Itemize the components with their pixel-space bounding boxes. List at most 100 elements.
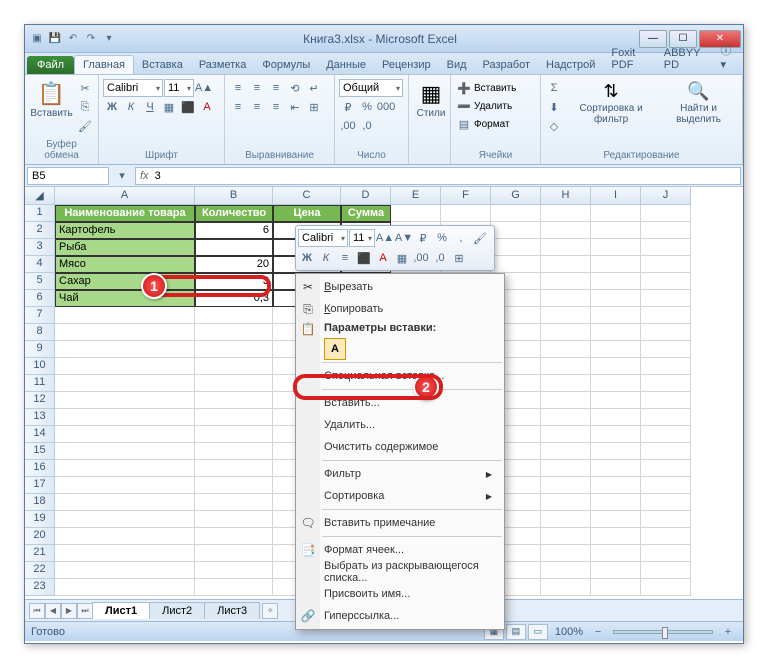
sheet-nav-prev-icon[interactable]: ◀ (45, 603, 61, 619)
table-cell[interactable]: 6 (195, 222, 273, 239)
row-header[interactable]: 6 (25, 290, 55, 307)
view-layout-icon[interactable]: ▤ (506, 624, 526, 640)
table-cell[interactable]: Чай (55, 290, 195, 307)
cells-format-button[interactable]: ▤Формат (455, 115, 510, 133)
ctx-pick-dropdown[interactable]: Выбрать из раскрывающегося списка... (296, 561, 504, 583)
tab-home[interactable]: Главная (74, 55, 134, 74)
view-pagebreak-icon[interactable]: ▭ (528, 624, 548, 640)
table-header[interactable]: Сумма (341, 205, 391, 222)
tab-developer[interactable]: Разработ (475, 56, 538, 74)
ctx-filter[interactable]: Фильтр▶ (296, 463, 504, 485)
zoom-level[interactable]: 100% (555, 626, 583, 638)
table-header[interactable]: Цена (273, 205, 341, 222)
namebox-dropdown-icon[interactable]: ▾ (113, 167, 131, 185)
row-header[interactable]: 9 (25, 341, 55, 358)
row-header[interactable]: 19 (25, 511, 55, 528)
indent-dec-icon[interactable]: ⇤ (286, 98, 304, 116)
row-header[interactable]: 10 (25, 358, 55, 375)
mini-align-icon[interactable]: ≡ (336, 249, 354, 267)
align-center-icon[interactable]: ≡ (248, 98, 266, 116)
formula-bar[interactable]: fx3 (135, 167, 741, 185)
row-header[interactable]: 5 (25, 273, 55, 290)
col-header[interactable]: G (491, 187, 541, 205)
italic-icon[interactable]: К (122, 98, 140, 116)
orientation-icon[interactable]: ⟲ (286, 79, 304, 97)
row-header[interactable]: 7 (25, 307, 55, 324)
ctx-copy[interactable]: ⎘Копировать (296, 298, 504, 320)
mini-fill-icon[interactable]: ⬛ (355, 249, 373, 267)
table-cell[interactable]: Мясо (55, 256, 195, 273)
align-left-icon[interactable]: ≡ (229, 98, 247, 116)
mini-size-combo[interactable]: 11 (349, 229, 375, 247)
paste-button[interactable]: 📋 Вставить (29, 79, 74, 121)
col-header[interactable]: C (273, 187, 341, 205)
font-color-icon[interactable]: A (198, 98, 216, 116)
row-header[interactable]: 13 (25, 409, 55, 426)
row-header[interactable]: 1 (25, 205, 55, 222)
row-header[interactable]: 15 (25, 443, 55, 460)
redo-icon[interactable]: ↷ (83, 31, 99, 47)
qat-dropdown-icon[interactable]: ▾ (101, 31, 117, 47)
cells-delete-button[interactable]: ➖Удалить (455, 97, 512, 115)
mini-italic-icon[interactable]: К (317, 249, 335, 267)
autosum-icon[interactable]: Σ (545, 79, 563, 97)
styles-button[interactable]: ▦Стили (413, 79, 449, 121)
ctx-define-name[interactable]: Присвоить имя... (296, 583, 504, 605)
name-box[interactable]: B5 (27, 167, 109, 185)
row-header[interactable]: 21 (25, 545, 55, 562)
font-size-combo[interactable]: 11 (164, 79, 194, 97)
sheet-tab[interactable]: Лист2 (149, 602, 205, 619)
tab-addins[interactable]: Надстрой (538, 56, 603, 74)
save-icon[interactable]: 💾 (47, 31, 63, 47)
col-header[interactable]: A (55, 187, 195, 205)
tab-data[interactable]: Данные (318, 56, 374, 74)
mini-comma-icon[interactable]: , (452, 229, 470, 247)
decrease-decimal-icon[interactable]: ,0 (358, 117, 376, 135)
new-sheet-icon[interactable]: ✧ (262, 603, 278, 619)
ctx-insert[interactable]: Вставить... (296, 392, 504, 414)
cut-icon[interactable]: ✂ (76, 79, 94, 97)
align-middle-icon[interactable]: ≡ (248, 79, 266, 97)
tab-formulas[interactable]: Формулы (254, 56, 318, 74)
row-header[interactable]: 8 (25, 324, 55, 341)
table-cell[interactable]: 0,3 (195, 290, 273, 307)
row-header[interactable]: 23 (25, 579, 55, 596)
help-icon[interactable]: ⓘ ▾ (712, 39, 743, 74)
mini-border-icon[interactable]: ▦ (393, 249, 411, 267)
sheet-nav-first-icon[interactable]: ⏮ (29, 603, 45, 619)
ctx-paste-special[interactable]: Специальная вставка... (296, 365, 504, 387)
ctx-cut[interactable]: ✂Вырезать (296, 276, 504, 298)
fx-icon[interactable]: fx (140, 170, 149, 182)
table-cell[interactable]: 20 (195, 256, 273, 273)
table-header[interactable]: Наименование товара (55, 205, 195, 222)
border-icon[interactable]: ▦ (160, 98, 178, 116)
wrap-text-icon[interactable]: ↵ (305, 79, 323, 97)
ctx-hyperlink[interactable]: 🔗Гиперссылка... (296, 605, 504, 627)
undo-icon[interactable]: ↶ (65, 31, 81, 47)
row-header[interactable]: 22 (25, 562, 55, 579)
row-header[interactable]: 20 (25, 528, 55, 545)
fill-color-icon[interactable]: ⬛ (179, 98, 197, 116)
currency-icon[interactable]: ₽ (339, 98, 357, 116)
clear-icon[interactable]: ◇ (545, 117, 563, 135)
col-header[interactable]: B (195, 187, 273, 205)
table-cell[interactable]: 3 (195, 273, 273, 290)
table-cell[interactable]: Рыба (55, 239, 195, 256)
select-all-corner[interactable]: ◢ (25, 187, 55, 205)
tab-insert[interactable]: Вставка (134, 56, 191, 74)
ctx-delete[interactable]: Удалить... (296, 414, 504, 436)
table-cell[interactable]: Картофель (55, 222, 195, 239)
mini-percent-icon[interactable]: % (433, 229, 451, 247)
mini-font-combo[interactable]: Calibri (298, 229, 348, 247)
row-header[interactable]: 4 (25, 256, 55, 273)
tab-layout[interactable]: Разметка (191, 56, 255, 74)
mini-grow-icon[interactable]: A▲ (376, 229, 394, 247)
sheet-tab[interactable]: Лист1 (92, 602, 150, 619)
tab-view[interactable]: Вид (439, 56, 475, 74)
comma-icon[interactable]: 000 (377, 98, 395, 116)
fill-icon[interactable]: ⬇ (545, 98, 563, 116)
tab-file[interactable]: Файл (27, 56, 74, 74)
col-header[interactable]: I (591, 187, 641, 205)
col-header[interactable]: H (541, 187, 591, 205)
row-header[interactable]: 17 (25, 477, 55, 494)
